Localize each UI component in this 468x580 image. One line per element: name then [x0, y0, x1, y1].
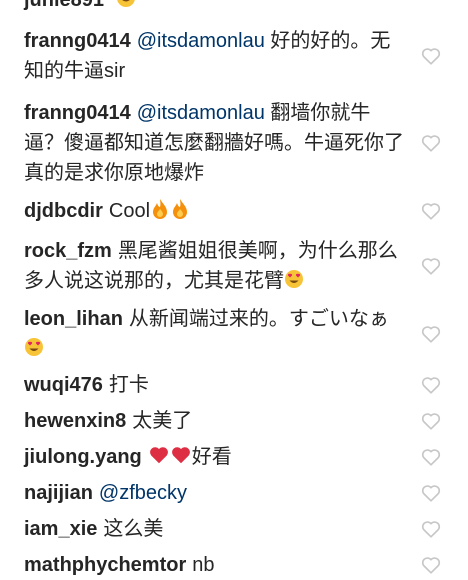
comment-item: iam_xie 这么美 [0, 514, 468, 544]
comment-text: junie891 [24, 0, 136, 14]
comment-text: jiulong.yang 好看 [24, 442, 232, 472]
like-heart-icon[interactable] [420, 554, 442, 576]
comment-mention[interactable]: @itsdamonlau [137, 30, 265, 52]
comment-text: hewenxin8 太美了 [24, 406, 192, 436]
comment-item: najijian @zfbecky [0, 478, 468, 508]
comment-username[interactable]: junie891 [24, 0, 104, 11]
fire-emoji-icon [150, 198, 170, 220]
comment-body: 好看 [191, 446, 232, 468]
comment-body: 打卡 [108, 374, 149, 396]
comment-username[interactable]: hewenxin8 [24, 410, 126, 432]
comment-username[interactable]: franng0414 [24, 30, 131, 52]
comment-item: jiulong.yang 好看 [0, 442, 468, 472]
heart-eyes-emoji-icon [284, 268, 304, 290]
comment-item: wuqi476 打卡 [0, 370, 468, 400]
comment-text: najijian @zfbecky [24, 478, 187, 508]
like-heart-icon[interactable] [420, 45, 442, 67]
comment-item: rock_fzm 黑尾酱姐姐很美啊，为什么那么多人说这说那的，尤其是花臂 [0, 236, 468, 296]
comment-text: franng0414 @itsdamonlau 好的好的。无知的牛逼sir [24, 26, 408, 86]
comment-text: wuqi476 打卡 [24, 370, 149, 400]
like-heart-icon[interactable] [420, 255, 442, 277]
comment-item: hewenxin8 太美了 [0, 406, 468, 436]
comment-text: iam_xie 这么美 [24, 514, 163, 544]
comment-body: nb [192, 554, 215, 576]
comment-item: leon_lihan 从新闻端过来的。すごいなぁ [0, 304, 468, 364]
comment-body: 太美了 [132, 410, 193, 432]
fire-emoji-icon [170, 198, 190, 220]
comment-item: mathphychemtor nb [0, 550, 468, 580]
like-heart-icon[interactable] [420, 518, 442, 540]
red-heart-emoji-icon [170, 444, 192, 466]
comment-body: 从新闻端过来的。すごいなぁ [128, 308, 389, 330]
like-heart-icon[interactable] [420, 132, 442, 154]
comment-username[interactable]: franng0414 [24, 102, 131, 124]
comment-text: rock_fzm 黑尾酱姐姐很美啊，为什么那么多人说这说那的，尤其是花臂 [24, 236, 408, 296]
like-heart-icon[interactable] [420, 374, 442, 396]
comment-item: franng0414 @itsdamonlau 好的好的。无知的牛逼sir [0, 26, 468, 86]
comment-username[interactable]: djdbcdir [24, 200, 103, 222]
comment-item: junie891 [0, 0, 468, 20]
red-heart-emoji-icon [148, 444, 170, 466]
comment-item: franng0414 @itsdamonlau 翻墙你就牛逼？傻逼都知道怎麼翻牆好… [0, 98, 468, 188]
comment-item: djdbcdir Cool [0, 196, 468, 226]
grin-emoji-icon [116, 0, 136, 9]
comment-text: djdbcdir Cool [24, 196, 190, 226]
comment-body: 这么美 [103, 518, 164, 540]
comment-username[interactable]: leon_lihan [24, 308, 123, 330]
comment-username[interactable]: najijian [24, 482, 93, 504]
comment-username[interactable]: mathphychemtor [24, 554, 186, 576]
like-heart-icon[interactable] [420, 446, 442, 468]
like-heart-icon[interactable] [420, 323, 442, 345]
comment-mention[interactable]: @zfbecky [99, 482, 187, 504]
heart-eyes-emoji-icon [24, 336, 44, 358]
comment-username[interactable]: iam_xie [24, 518, 97, 540]
comment-username[interactable]: wuqi476 [24, 374, 103, 396]
comment-text: franng0414 @itsdamonlau 翻墙你就牛逼？傻逼都知道怎麼翻牆好… [24, 98, 408, 188]
like-heart-icon[interactable] [420, 410, 442, 432]
comment-body: Cool [108, 200, 151, 222]
comment-username[interactable]: rock_fzm [24, 240, 112, 262]
comment-list: junie891 franng0414 @itsdamonlau 好的好的。无知的… [0, 0, 468, 580]
comment-text: leon_lihan 从新闻端过来的。すごいなぁ [24, 304, 408, 364]
comment-username[interactable]: jiulong.yang [24, 446, 142, 468]
like-heart-icon[interactable] [420, 482, 442, 504]
like-heart-icon[interactable] [420, 200, 442, 222]
comment-text: mathphychemtor nb [24, 550, 215, 580]
comment-mention[interactable]: @itsdamonlau [137, 102, 265, 124]
